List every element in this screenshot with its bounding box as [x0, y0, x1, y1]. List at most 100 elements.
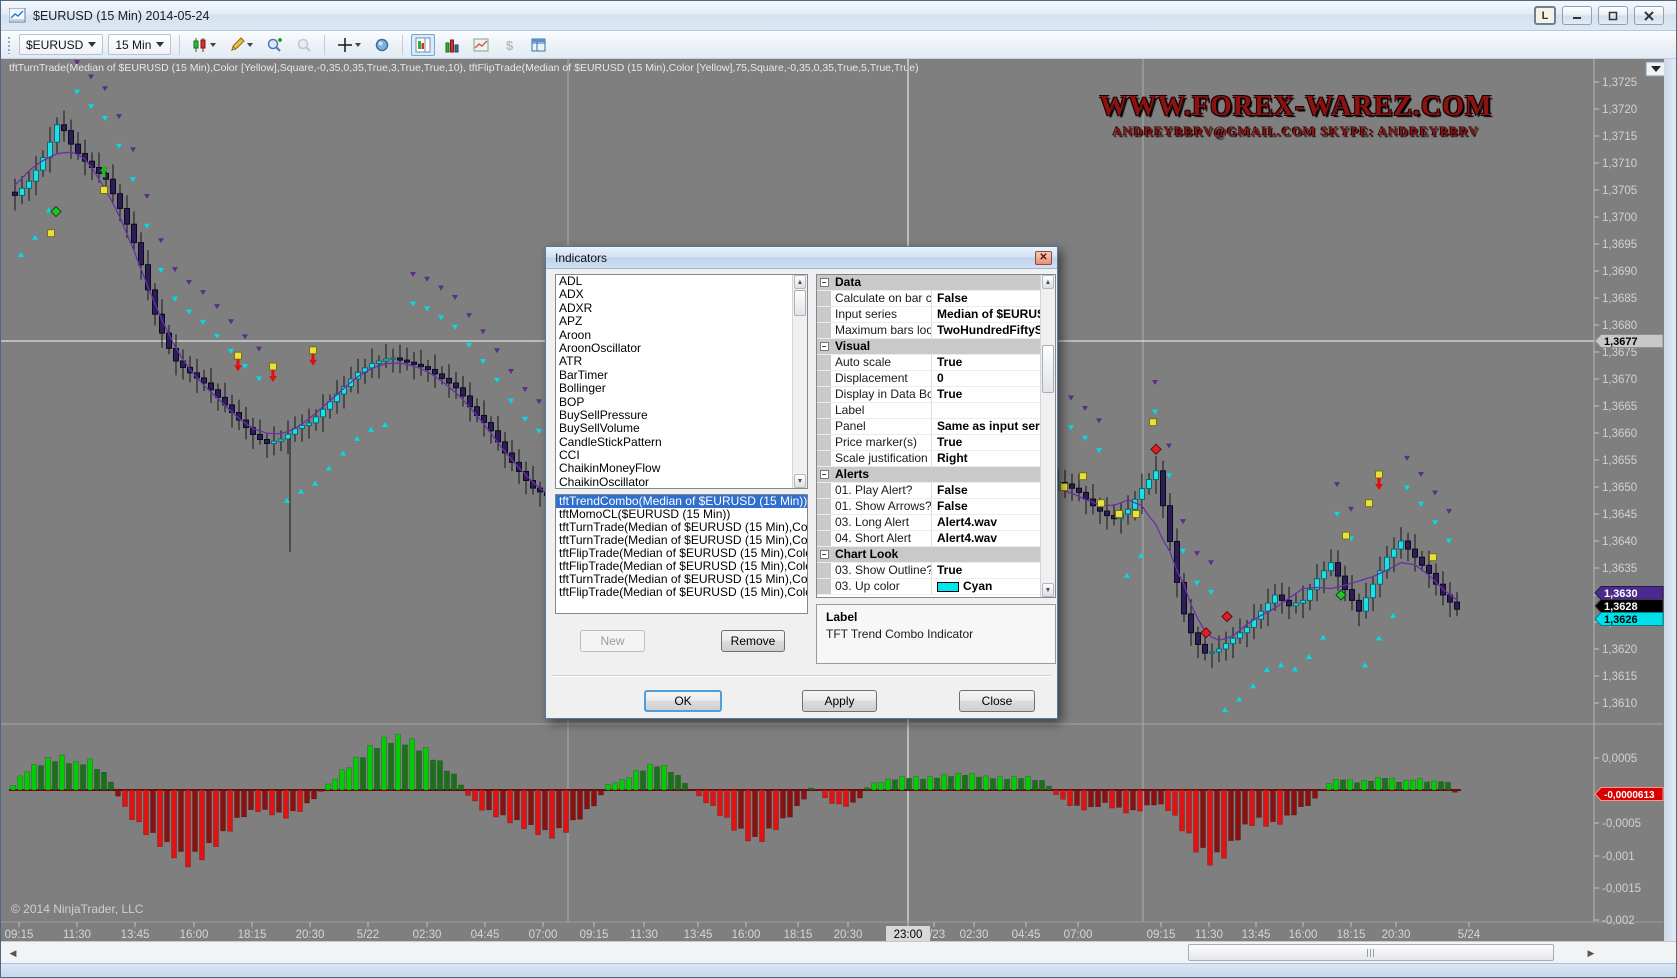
indicator-list-item[interactable]: BarTimer [556, 369, 807, 382]
property-section-row[interactable]: −Chart Look [817, 547, 1055, 563]
property-value[interactable]: TwoHundredFiftySix [932, 323, 1055, 338]
close-button[interactable] [1634, 6, 1664, 25]
chart-style-button[interactable] [188, 34, 220, 56]
property-value[interactable]: Same as input series [932, 419, 1055, 434]
property-value[interactable]: False [932, 483, 1055, 498]
line-chart-button[interactable] [469, 34, 493, 56]
data-grid-button[interactable] [527, 34, 551, 56]
scale-button[interactable] [411, 34, 435, 56]
indicator-list-item[interactable]: Aroon [556, 329, 807, 342]
dialog-close-button[interactable]: ✕ [1035, 251, 1052, 265]
indicator-list-item[interactable]: ADXR [556, 302, 807, 315]
indicator-list-item[interactable]: tftFlipTrade(Median of $EURUSD (15 Min),… [556, 586, 807, 599]
collapse-icon[interactable]: − [820, 278, 829, 287]
ok-button[interactable]: OK [644, 690, 722, 712]
property-value[interactable]: False [932, 291, 1055, 306]
property-value[interactable]: Alert4.wav [932, 531, 1055, 546]
scroll-down-icon[interactable]: ▼ [794, 474, 806, 488]
indicator-list-item[interactable]: ATR [556, 355, 807, 368]
close-dialog-button[interactable]: Close [959, 690, 1035, 712]
zoom-in-button[interactable] [262, 34, 287, 56]
scroll-up-icon[interactable]: ▲ [1042, 275, 1054, 289]
magnify-window-button[interactable] [370, 34, 394, 56]
property-row[interactable]: Label [817, 403, 1055, 419]
indicator-list-item[interactable]: CCI [556, 449, 807, 462]
property-row[interactable]: 03. Long AlertAlert4.wav [817, 515, 1055, 531]
indicator-list-item[interactable]: CandleStickPattern [556, 436, 807, 449]
indicator-list-item[interactable]: APZ [556, 315, 807, 328]
scroll-thumb[interactable] [1188, 944, 1554, 961]
property-row[interactable]: 01. Show Arrows?False [817, 499, 1055, 515]
cursor-crosshair-button[interactable] [333, 34, 365, 56]
indicator-list-item[interactable]: AroonOscillator [556, 342, 807, 355]
apply-button[interactable]: Apply [802, 690, 877, 712]
list-scrollbar[interactable]: ▲ ▼ [792, 275, 807, 488]
minimize-button[interactable] [1562, 6, 1592, 25]
indicator-list-item[interactable]: tftFlipTrade(Median of $EURUSD (15 Min),… [556, 547, 807, 560]
indicator-list-item[interactable]: tftFlipTrade(Median of $EURUSD (15 Min),… [556, 560, 807, 573]
indicator-list-item[interactable]: ChaikinMoneyFlow [556, 462, 807, 475]
scroll-up-icon[interactable]: ▲ [794, 275, 806, 289]
indicator-list-item[interactable]: ADL [556, 275, 807, 288]
scroll-down-icon[interactable]: ▼ [1042, 583, 1054, 597]
maximize-button[interactable] [1598, 6, 1628, 25]
currency-button[interactable]: $ [498, 34, 522, 56]
instrument-selector[interactable]: $EURUSD [19, 34, 103, 55]
property-row[interactable]: 01. Play Alert?False [817, 483, 1055, 499]
property-value[interactable] [932, 403, 1055, 418]
indicator-list-item[interactable]: tftMomoCL($EURUSD (15 Min)) [556, 508, 807, 521]
property-row[interactable]: Calculate on bar closFalse [817, 291, 1055, 307]
indicator-list-item[interactable]: BuySellPressure [556, 409, 807, 422]
property-row[interactable]: 04. Short AlertAlert4.wav [817, 531, 1055, 547]
dialog-titlebar[interactable]: Indicators ✕ [546, 247, 1057, 269]
property-section-row[interactable]: −Data [817, 275, 1055, 291]
interval-selector[interactable]: 15 Min [108, 34, 171, 55]
property-section-row[interactable]: −Alerts [817, 467, 1055, 483]
configured-indicators-list[interactable]: tftTrendCombo(Median of $EURUSD (15 Min)… [555, 494, 808, 614]
remove-button[interactable]: Remove [721, 630, 785, 652]
indicator-list-item[interactable]: tftTurnTrade(Median of $EURUSD (15 Min),… [556, 573, 807, 586]
available-indicators-list[interactable]: ADLADXADXRAPZAroonAroonOscillatorATRBarT… [555, 274, 808, 489]
property-value[interactable]: Cyan [932, 579, 1055, 594]
property-value[interactable]: Right [932, 451, 1055, 466]
indicator-list-item[interactable]: Bollinger [556, 382, 807, 395]
property-value[interactable]: True [932, 355, 1055, 370]
zoom-out-button[interactable] [292, 34, 316, 56]
collapse-icon[interactable]: − [820, 342, 829, 351]
property-value[interactable]: Alert4.wav [932, 515, 1055, 530]
property-row[interactable]: 03. Up colorCyan [817, 579, 1055, 595]
property-value[interactable]: Median of $EURUSD [932, 307, 1055, 322]
property-value[interactable]: True [932, 387, 1055, 402]
property-row[interactable]: 03. Show Outline?True [817, 563, 1055, 579]
indicator-properties-grid[interactable]: −DataCalculate on bar closFalseInput ser… [816, 274, 1056, 598]
property-value[interactable]: True [932, 563, 1055, 578]
property-row[interactable]: Display in Data BoxTrue [817, 387, 1055, 403]
chart-horizontal-scrollbar[interactable]: ◀ ▶ [1, 941, 1677, 963]
property-section-row[interactable]: −Visual [817, 339, 1055, 355]
collapse-icon[interactable]: − [820, 470, 829, 479]
property-row[interactable]: Price marker(s)True [817, 435, 1055, 451]
scroll-thumb[interactable] [1042, 345, 1054, 393]
scroll-thumb[interactable] [794, 290, 806, 316]
indicator-list-item[interactable]: ChaikinOscillator [556, 476, 807, 489]
drawing-tools-button[interactable] [225, 34, 257, 56]
property-row[interactable]: Input seriesMedian of $EURUSD [817, 307, 1055, 323]
window-titlebar[interactable]: $EURUSD (15 Min) 2014-05-24 L [1, 1, 1676, 31]
property-row[interactable]: Maximum bars look bTwoHundredFiftySix [817, 323, 1055, 339]
scroll-left-icon[interactable]: ◀ [5, 945, 21, 961]
bars-panel-button[interactable] [440, 34, 464, 56]
scroll-right-icon[interactable]: ▶ [1583, 945, 1599, 961]
property-value[interactable]: False [932, 499, 1055, 514]
new-button[interactable]: New [580, 630, 645, 652]
grid-scrollbar[interactable]: ▲ ▼ [1040, 275, 1055, 597]
indicator-list-item[interactable]: tftTrendCombo(Median of $EURUSD (15 Min)… [556, 495, 807, 508]
indicator-list-item[interactable]: tftTurnTrade(Median of $EURUSD (15 Min),… [556, 534, 807, 547]
property-row[interactable]: Displacement0 [817, 371, 1055, 387]
property-row[interactable]: Auto scaleTrue [817, 355, 1055, 371]
indicator-list-item[interactable]: ADX [556, 288, 807, 301]
instrument-link-button[interactable]: L [1534, 6, 1556, 25]
property-row[interactable]: Scale justificationRight [817, 451, 1055, 467]
collapse-icon[interactable]: − [820, 550, 829, 559]
indicator-list-item[interactable]: tftTurnTrade(Median of $EURUSD (15 Min),… [556, 521, 807, 534]
indicator-list-item[interactable]: BOP [556, 396, 807, 409]
